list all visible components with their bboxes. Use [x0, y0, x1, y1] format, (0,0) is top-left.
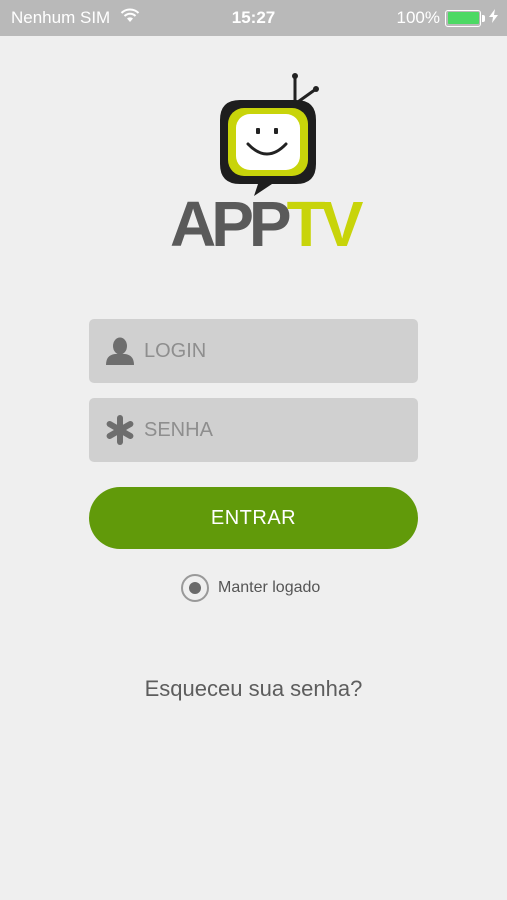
battery-percent: 100% [396, 8, 440, 27]
app-logo-text: APPTV [170, 192, 363, 256]
forgot-password-link[interactable]: Esqueceu sua senha? [0, 676, 507, 702]
status-right: 100% [397, 8, 498, 28]
login-submit-button[interactable]: ENTRAR [89, 487, 418, 549]
battery-icon [445, 9, 485, 27]
status-bar: Nenhum SIM 15:27 100% [0, 0, 507, 36]
tv-mascot-icon [220, 73, 319, 196]
password-input[interactable] [144, 418, 394, 442]
user-icon [104, 335, 136, 367]
keep-logged-label: Manter logado [218, 579, 321, 596]
keep-logged-radio[interactable] [181, 574, 209, 602]
logo-app-text: APP [170, 188, 292, 260]
asterisk-icon [104, 414, 136, 446]
charging-bolt-icon [489, 8, 498, 28]
radio-selected-dot [189, 582, 201, 594]
password-field[interactable] [89, 398, 418, 462]
logo-tv-text: TV [286, 188, 364, 260]
login-field[interactable] [89, 319, 418, 383]
keep-logged-toggle[interactable]: Manter logado [181, 574, 320, 602]
login-input[interactable] [144, 339, 394, 363]
app-logo: APPTV [170, 72, 363, 262]
